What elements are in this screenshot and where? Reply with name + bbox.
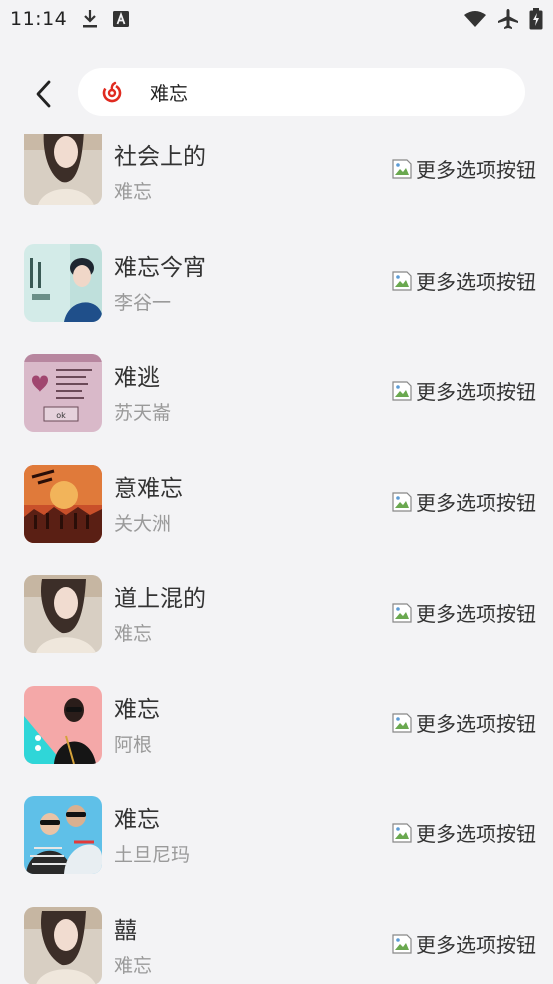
broken-image-icon xyxy=(392,822,412,843)
more-options-label: 更多选项按钮 xyxy=(416,933,536,957)
album-cover xyxy=(24,134,102,205)
more-options-label: 更多选项按钮 xyxy=(416,158,536,182)
status-left: 11:14 xyxy=(10,7,130,30)
status-right xyxy=(463,7,543,30)
song-item[interactable]: 难忘 阿根 更多选项按钮 xyxy=(0,682,553,792)
download-icon xyxy=(81,9,99,29)
broken-image-icon xyxy=(392,380,412,401)
more-options-button[interactable]: 更多选项按钮 xyxy=(392,266,536,295)
more-options-label: 更多选项按钮 xyxy=(416,380,536,404)
song-title: 难忘 xyxy=(114,807,160,833)
song-item[interactable]: ok 难逃 苏天崙 更多选项按钮 xyxy=(0,351,553,461)
album-cover xyxy=(24,907,102,984)
more-options-button[interactable]: 更多选项按钮 xyxy=(392,598,536,627)
more-options-label: 更多选项按钮 xyxy=(416,822,536,846)
battery-charging-icon xyxy=(529,7,543,30)
song-title: 意难忘 xyxy=(114,476,183,502)
album-cover xyxy=(24,686,102,764)
broken-image-icon xyxy=(392,158,412,179)
song-item[interactable]: 囍 难忘 更多选项按钮 xyxy=(0,903,553,984)
airplane-icon xyxy=(497,8,519,30)
search-input[interactable]: 难忘 xyxy=(78,68,525,116)
song-title: 难逃 xyxy=(114,365,160,391)
status-bar: 11:14 xyxy=(0,0,553,37)
more-options-button[interactable]: 更多选项按钮 xyxy=(392,708,536,737)
cover-ok-text: ok xyxy=(56,411,66,420)
album-cover xyxy=(24,465,102,543)
search-query-text: 难忘 xyxy=(150,82,189,105)
more-options-label: 更多选项按钮 xyxy=(416,491,536,515)
song-artist: 难忘 xyxy=(114,623,153,645)
song-item[interactable]: 难忘 土旦尼玛 更多选项按钮 xyxy=(0,793,553,903)
broken-image-icon xyxy=(392,270,412,291)
wifi-icon xyxy=(463,10,487,28)
back-button[interactable] xyxy=(24,74,64,114)
album-cover xyxy=(24,575,102,653)
album-cover xyxy=(24,244,102,322)
more-options-button[interactable]: 更多选项按钮 xyxy=(392,818,536,847)
song-artist: 李谷一 xyxy=(114,292,172,314)
song-title: 难忘今宵 xyxy=(114,255,206,281)
more-options-label: 更多选项按钮 xyxy=(416,270,536,294)
broken-image-icon xyxy=(392,712,412,733)
song-item[interactable]: 难忘今宵 李谷一 更多选项按钮 xyxy=(0,240,553,350)
song-item[interactable]: 意难忘 关大洲 更多选项按钮 xyxy=(0,461,553,571)
song-title: 社会上的 xyxy=(114,144,206,170)
more-options-button[interactable]: 更多选项按钮 xyxy=(392,929,536,958)
more-options-button[interactable]: 更多选项按钮 xyxy=(392,154,536,183)
album-cover: ok xyxy=(24,354,102,432)
song-title: 道上混的 xyxy=(114,586,206,612)
more-options-label: 更多选项按钮 xyxy=(416,602,536,626)
song-item[interactable]: 社会上的 难忘 更多选项按钮 xyxy=(0,134,553,240)
song-list: 社会上的 难忘 更多选项按钮 难忘今宵 李谷一 更多选项按钮 ok 难逃 苏天崙… xyxy=(0,134,553,984)
broken-image-icon xyxy=(392,933,412,954)
song-title: 囍 xyxy=(114,918,137,944)
song-artist: 关大洲 xyxy=(114,513,172,535)
status-time: 11:14 xyxy=(10,7,68,30)
chevron-left-icon xyxy=(36,80,51,108)
search-header: 难忘 xyxy=(0,66,553,118)
broken-image-icon xyxy=(392,602,412,623)
song-item[interactable]: 道上混的 难忘 更多选项按钮 xyxy=(0,572,553,682)
more-options-button[interactable]: 更多选项按钮 xyxy=(392,487,536,516)
font-a-icon xyxy=(113,10,130,27)
song-artist: 难忘 xyxy=(114,955,153,977)
netease-music-logo-icon xyxy=(100,80,124,104)
song-artist: 难忘 xyxy=(114,181,153,203)
album-cover xyxy=(24,796,102,874)
song-artist: 阿根 xyxy=(114,734,153,756)
song-artist: 土旦尼玛 xyxy=(114,844,191,866)
broken-image-icon xyxy=(392,491,412,512)
song-artist: 苏天崙 xyxy=(114,402,172,424)
more-options-button[interactable]: 更多选项按钮 xyxy=(392,376,536,405)
more-options-label: 更多选项按钮 xyxy=(416,712,536,736)
song-title: 难忘 xyxy=(114,697,160,723)
